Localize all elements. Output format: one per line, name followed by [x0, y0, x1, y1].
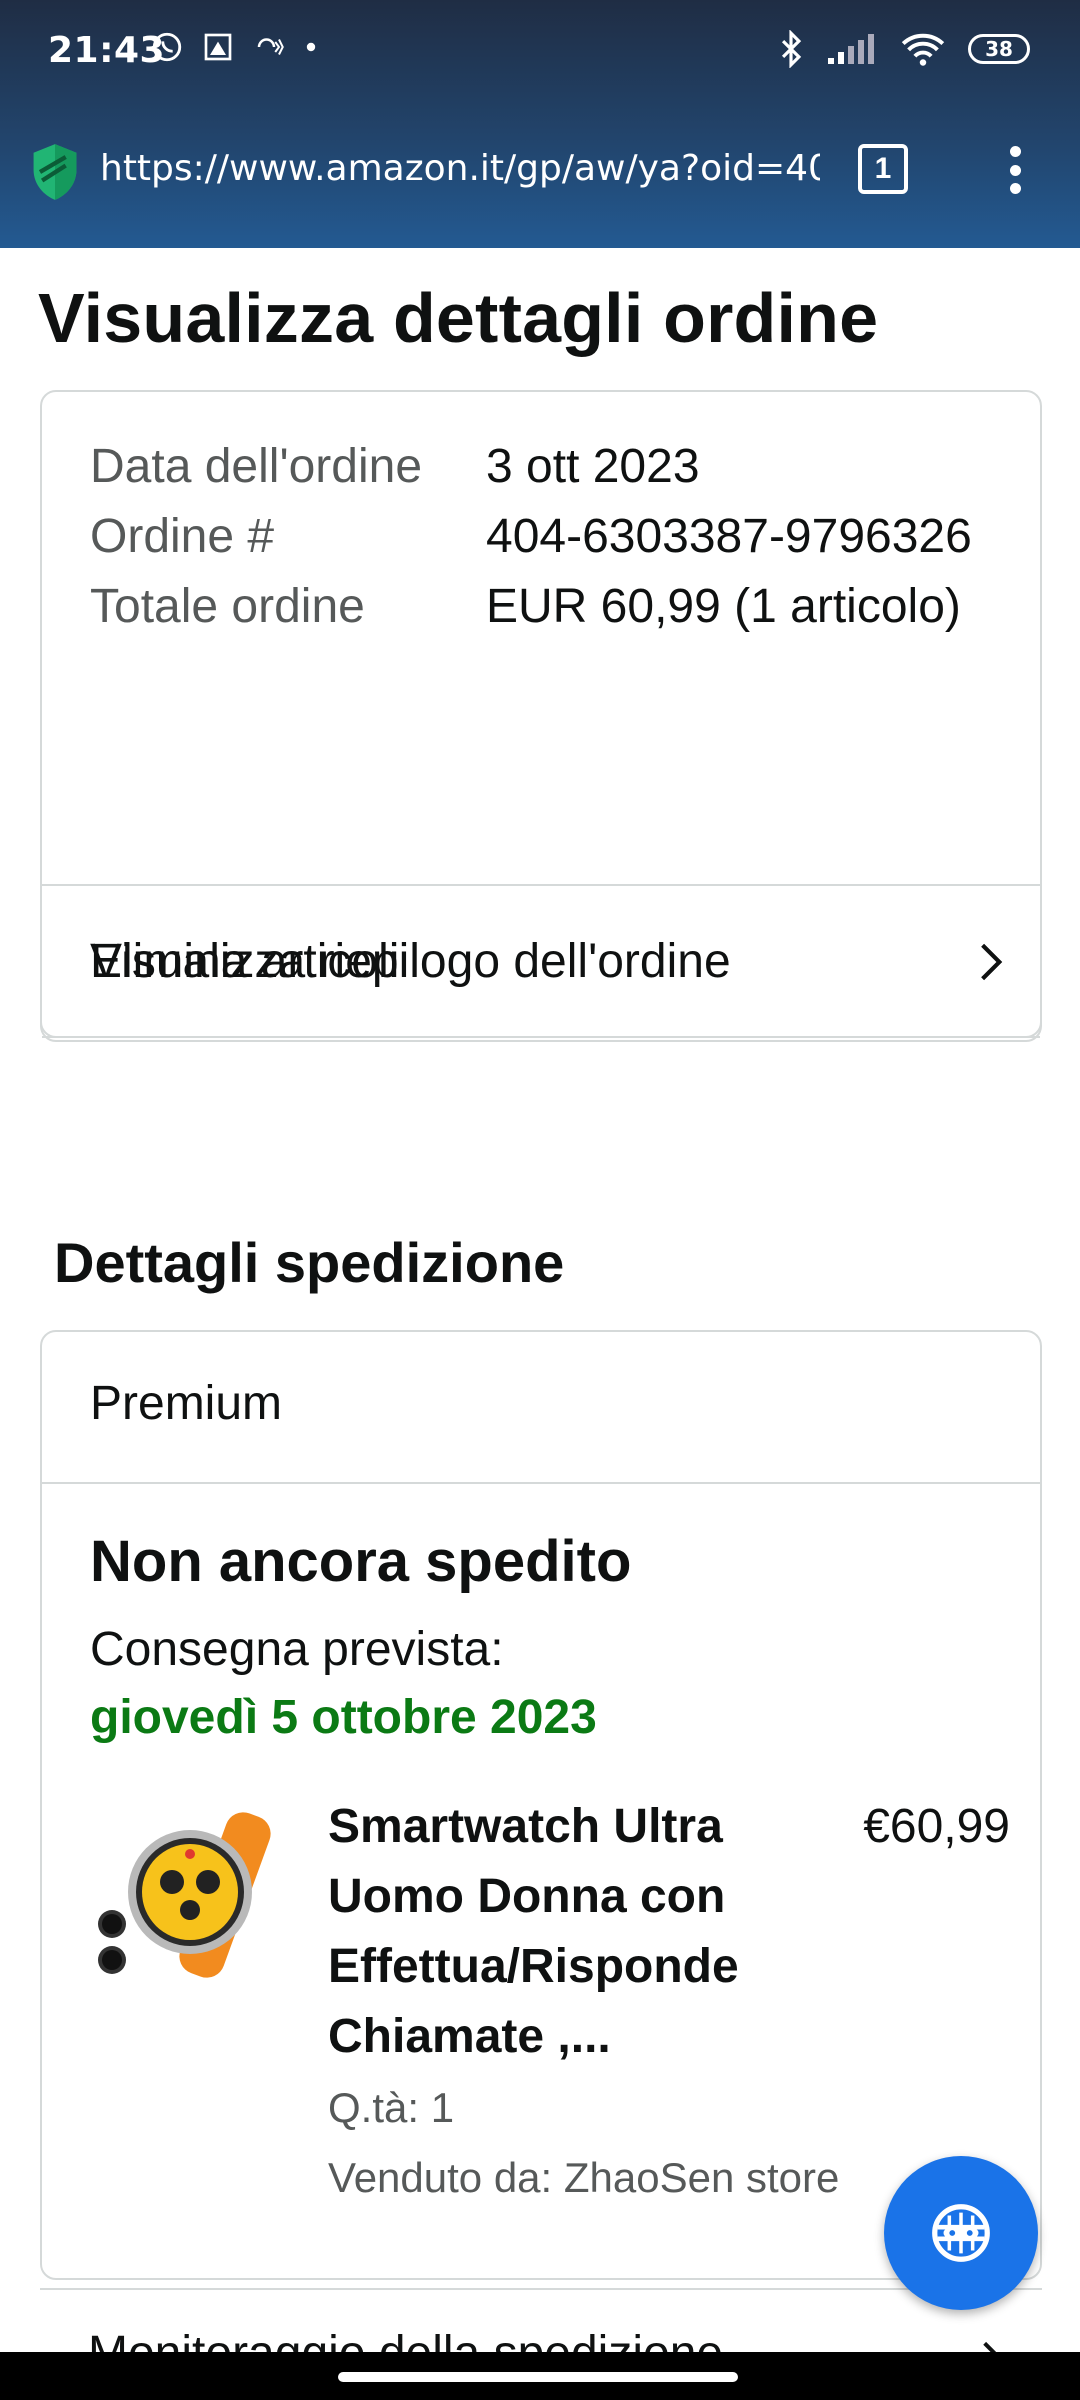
- floating-assistant-button[interactable]: [884, 2156, 1038, 2310]
- status-time: 21:43: [48, 30, 166, 71]
- product-seller: Venduto da: ZhaoSen store: [328, 2154, 840, 2201]
- browser-menu-button[interactable]: [1000, 140, 1030, 200]
- divider: [42, 1482, 1040, 1484]
- order-date-row: Data dell'ordine 3 ott 2023: [90, 432, 1010, 502]
- order-total-row: Totale ordine EUR 60,99 (1 articolo): [90, 572, 1010, 642]
- dot-icon: [306, 42, 316, 52]
- order-total-value: EUR 60,99 (1 articolo): [486, 580, 961, 633]
- page-content: Visualizza dettagli ordine Data dell'ord…: [0, 248, 1080, 2352]
- product-title[interactable]: Smartwatch Ultra Uomo Donna con Effettua…: [328, 1792, 818, 2072]
- status-bar: 21:43 38: [0, 0, 1080, 100]
- shipment-card: Premium Non ancora spedito Consegna prev…: [40, 1330, 1042, 2280]
- wifi-icon: [901, 33, 945, 66]
- tracking-label: Monitoraggio della spedizione: [88, 2326, 723, 2352]
- system-nav-bar: [0, 2352, 1080, 2400]
- delete-items-label: Elimina articoli: [90, 934, 400, 988]
- order-date-label: Data dell'ordine: [90, 440, 423, 493]
- order-date-value: 3 ott 2023: [486, 440, 700, 493]
- delivery-label: Consegna prevista:: [90, 1623, 504, 1676]
- product-quantity: Q.tà: 1: [328, 2084, 455, 2131]
- system-icons: 38: [778, 30, 1030, 68]
- hotspot-icon: [257, 38, 284, 55]
- url-text[interactable]: https://www.amazon.it/gp/aw/ya?oid=404-6…: [100, 148, 820, 198]
- delivery-date: giovedì 5 ottobre 2023: [90, 1691, 597, 1744]
- shipment-status: Non ancora spedito: [90, 1529, 632, 1594]
- gallery-icon: [204, 33, 232, 61]
- order-number-label: Ordine #: [90, 510, 275, 563]
- shipping-service: Premium: [90, 1377, 283, 1430]
- battery-icon: 38: [968, 34, 1030, 64]
- whatsapp-icon: [152, 32, 182, 62]
- page-title: Visualizza dettagli ordine: [38, 279, 879, 357]
- order-number-row: Ordine # 404-6303387-9796326: [90, 502, 1010, 572]
- shield-icon[interactable]: [28, 142, 82, 202]
- delete-items-link[interactable]: Elimina articoli: [40, 884, 1042, 1038]
- browser-header: 21:43 38 https://www.amazon.it/gp/aw/ya?…: [0, 0, 1080, 248]
- signal-icon: [828, 34, 874, 64]
- bot-icon: [932, 2204, 990, 2262]
- product-price: €60,99: [863, 1800, 1010, 1853]
- chevron-right-icon: [983, 2341, 997, 2352]
- product-image[interactable]: [92, 1802, 278, 1988]
- chevron-right-icon: [981, 943, 1003, 981]
- tracking-link[interactable]: Monitoraggio della spedizione: [40, 2288, 1042, 2352]
- bluetooth-icon: [781, 30, 802, 68]
- order-number-value: 404-6303387-9796326: [486, 510, 972, 563]
- home-gesture-bar[interactable]: [338, 2372, 738, 2382]
- tab-switcher-button[interactable]: 1: [858, 144, 908, 194]
- order-info-grid: Data dell'ordine 3 ott 2023 Ordine # 404…: [90, 432, 1010, 642]
- order-total-label: Totale ordine: [90, 580, 365, 633]
- url-bar[interactable]: https://www.amazon.it/gp/aw/ya?oid=404-6…: [0, 120, 1080, 220]
- notification-icons: [150, 30, 318, 64]
- shipping-section-title: Dettagli spedizione: [54, 1231, 565, 1294]
